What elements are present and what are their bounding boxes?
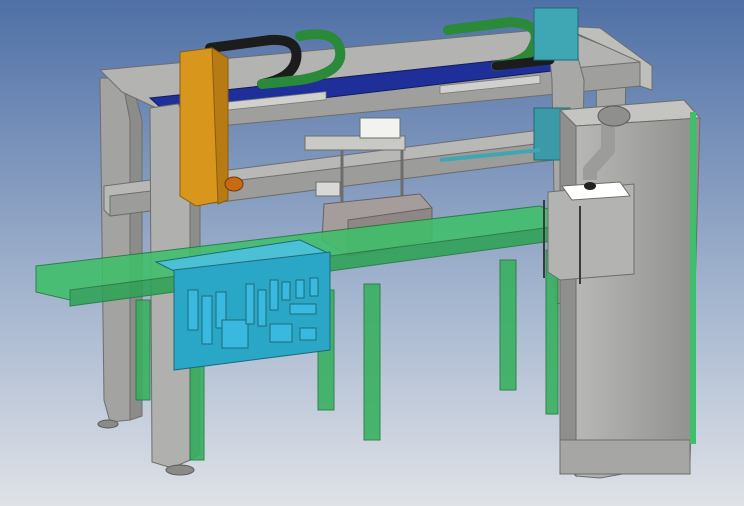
cabinet-base bbox=[559, 439, 691, 475]
electrical-cabinet-icon bbox=[543, 99, 702, 479]
component-block-6 bbox=[257, 289, 267, 327]
component-block-4 bbox=[221, 319, 249, 349]
conveyor-leg-3 bbox=[499, 259, 517, 391]
component-block-5 bbox=[245, 283, 255, 325]
component-block-9 bbox=[295, 279, 305, 299]
head-mount bbox=[359, 117, 401, 139]
drive-box-top bbox=[533, 7, 579, 61]
control-panel-icon bbox=[154, 239, 332, 371]
rear-left-post bbox=[99, 77, 131, 423]
component-block-10 bbox=[309, 277, 319, 297]
cabinet-green-strip bbox=[690, 112, 696, 444]
component-block-11 bbox=[289, 303, 317, 315]
rear-left-foot bbox=[97, 419, 119, 429]
front-left-foot bbox=[165, 464, 195, 476]
gantry-conveyor-cad-render bbox=[0, 0, 744, 506]
cable-chain-right-black bbox=[491, 55, 555, 71]
component-block-7 bbox=[269, 279, 279, 311]
cabinet-front bbox=[559, 108, 577, 478]
component-block-13 bbox=[299, 327, 317, 341]
conveyor-leg-5 bbox=[135, 299, 151, 401]
arm-joint bbox=[597, 105, 631, 127]
component-block-1 bbox=[187, 289, 199, 331]
motor-orange bbox=[224, 176, 244, 192]
pendant-knob bbox=[584, 182, 596, 190]
component-block-12 bbox=[269, 323, 293, 343]
conveyor-leg-2 bbox=[363, 283, 381, 441]
head-plate bbox=[315, 181, 341, 197]
component-block-8 bbox=[281, 281, 291, 301]
component-block-2 bbox=[201, 295, 213, 345]
